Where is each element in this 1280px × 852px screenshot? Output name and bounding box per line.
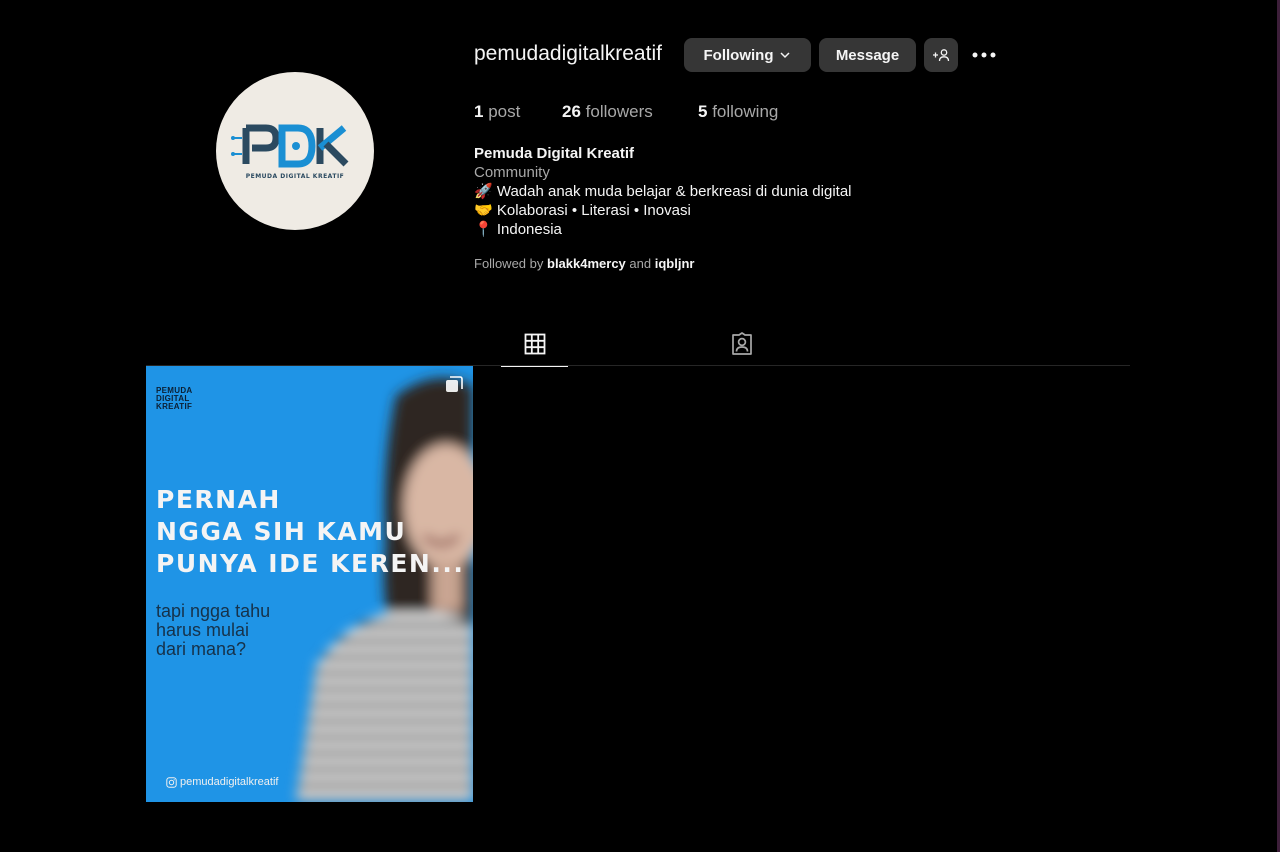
chevron-down-icon [780, 52, 791, 59]
posts-count: 1 [474, 102, 484, 121]
followed-by: Followed by blakk4mercy and iqbljnr [474, 256, 694, 271]
instagram-icon [166, 776, 177, 788]
followed-by-user-2[interactable]: iqbljnr [655, 256, 695, 271]
avatar-caption: PEMUDA DIGITAL KREATIF [245, 173, 345, 180]
grid-icon [524, 333, 545, 355]
add-user-icon [933, 49, 950, 62]
bio-line-2: 🤝 Kolaborasi • Literasi • Inovasi [474, 202, 691, 219]
post-brand-text: PEMUDA DIGITAL KREATIF [156, 386, 193, 411]
post-handle-text: pemudadigitalkreatif [180, 776, 279, 788]
carousel-icon [446, 376, 463, 392]
profile-avatar[interactable]: PEMUDA DIGITAL KREATIF [216, 72, 374, 230]
post-background-image [146, 366, 473, 802]
bio-line-1: 🚀 Wadah anak muda belajar & berkreasi di… [474, 183, 852, 200]
posts-label: post [488, 102, 521, 121]
following-button-label: Following [703, 46, 774, 64]
pdk-logo-icon [231, 124, 349, 168]
display-name: Pemuda Digital Kreatif [474, 145, 635, 162]
tab-tagged[interactable] [708, 322, 775, 366]
post-thumbnail[interactable]: PEMUDA DIGITAL KREATIF PERNAH NGGA SIH K… [146, 366, 473, 802]
followers-count: 26 [562, 102, 581, 121]
bio-line-3: 📍 Indonesia [474, 221, 562, 238]
tagged-person-icon [731, 332, 752, 355]
tab-posts[interactable] [501, 322, 568, 367]
following-count: 5 [698, 102, 708, 121]
following-label: following [712, 102, 779, 121]
followers-label: followers [585, 102, 653, 121]
following-stat[interactable]: 5 following [698, 102, 778, 122]
post-subtext: tapi ngga tahu harus mulai dari mana? [156, 601, 271, 659]
post-headline: PERNAH NGGA SIH KAMU PUNYA IDE KEREN... [156, 485, 465, 578]
followed-by-user-1[interactable]: blakk4mercy [547, 256, 626, 271]
profile-page: PEMUDA DIGITAL KREATIF pemudadigitalkrea… [0, 0, 1280, 852]
more-options-icon[interactable] [970, 44, 998, 66]
suggested-users-button[interactable] [924, 38, 958, 72]
profile-bio: Pemuda Digital Kreatif Community 🚀 Wadah… [474, 144, 852, 239]
followers-stat[interactable]: 26 followers [562, 102, 653, 122]
followed-by-and: and [629, 256, 652, 271]
posts-stat: 1 post [474, 102, 520, 122]
followed-by-prefix: Followed by [474, 256, 544, 271]
post-handle: pemudadigitalkreatif [166, 776, 278, 788]
message-button-label: Message [835, 46, 900, 64]
message-button[interactable]: Message [819, 38, 916, 72]
following-button[interactable]: Following [684, 38, 811, 72]
profile-category: Community [474, 164, 550, 181]
profile-username: pemudadigitalkreatif [474, 42, 662, 65]
